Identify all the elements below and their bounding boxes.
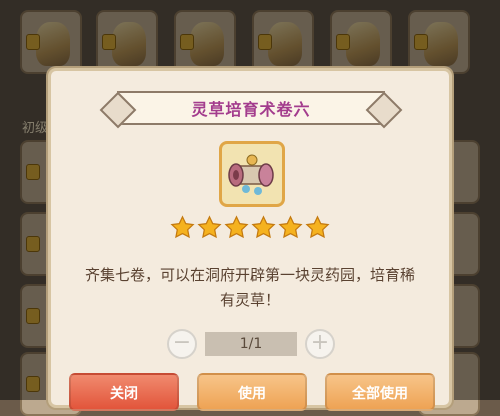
increase-button[interactable]: +	[305, 329, 335, 359]
star-rating	[51, 215, 449, 244]
scroll-icon	[228, 154, 274, 195]
item-description: 齐集七卷，可以在洞府开辟第一块灵药园，培育稀 有灵草！	[71, 263, 429, 313]
dialog-title: 灵草培育术卷六	[191, 100, 311, 119]
star-icon	[197, 215, 222, 239]
close-button[interactable]: 关闭	[69, 373, 179, 411]
star-icon	[170, 215, 195, 239]
star-icon	[251, 215, 276, 239]
use-button[interactable]: 使用	[197, 373, 307, 411]
quantity-value: 1/1	[205, 332, 297, 356]
star-icon	[224, 215, 249, 239]
title-banner: 灵草培育术卷六	[117, 91, 385, 125]
description-line: 有灵草！	[219, 291, 280, 309]
star-icon	[305, 215, 330, 239]
item-detail-dialog: 灵草培育术卷六 齐集七卷，可以在洞府开辟第一块灵药园，培育稀 有灵草！ − 1/…	[48, 68, 452, 411]
item-icon-frame	[219, 141, 285, 207]
star-icon	[278, 215, 303, 239]
description-line: 齐集七卷，可以在洞府开辟第一块灵药园，培育稀	[84, 266, 415, 284]
quantity-stepper: − 1/1 +	[167, 329, 335, 359]
decrease-button[interactable]: −	[167, 329, 197, 359]
use-all-button[interactable]: 全部使用	[325, 373, 435, 411]
